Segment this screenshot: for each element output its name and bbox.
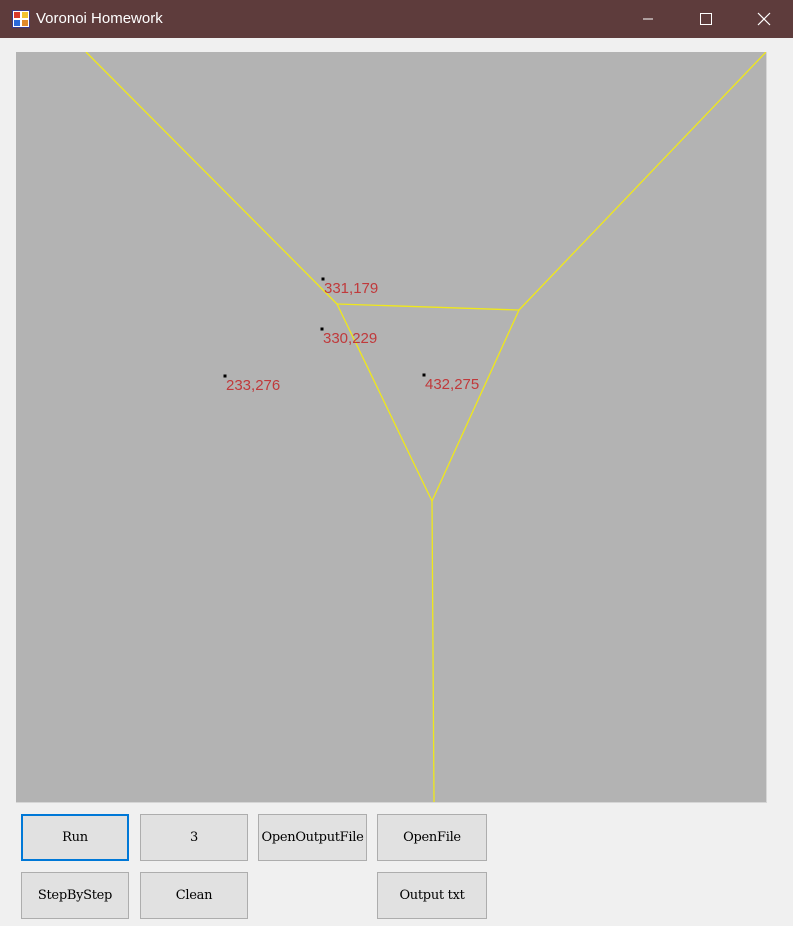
- output-txt-button[interactable]: Output txt: [377, 872, 487, 919]
- count-button[interactable]: 3: [140, 814, 248, 861]
- voronoi-edge: [431, 500, 435, 802]
- window-title: Voronoi Homework: [36, 10, 163, 27]
- site-label: 432,275: [425, 376, 479, 393]
- site-label: 330,229: [323, 330, 377, 347]
- run-button[interactable]: Run: [21, 814, 129, 861]
- voronoi-edge: [518, 52, 766, 311]
- site-label: 233,276: [226, 377, 280, 394]
- maximize-icon: [700, 13, 712, 25]
- voronoi-points: 331,179 330,229 233,276 432,275: [223, 277, 479, 394]
- step-by-step-button[interactable]: StepByStep: [21, 872, 129, 919]
- voronoi-canvas[interactable]: 331,179 330,229 233,276 432,275: [16, 52, 767, 803]
- minimize-button[interactable]: [619, 0, 677, 38]
- app-icon: [12, 10, 30, 28]
- clean-button[interactable]: Clean: [140, 872, 248, 919]
- site-label: 331,179: [324, 280, 378, 297]
- voronoi-edge: [85, 52, 338, 305]
- minimize-icon: [643, 18, 653, 20]
- voronoi-edge: [336, 303, 520, 311]
- open-file-button[interactable]: OpenFile: [377, 814, 487, 861]
- close-icon: [757, 12, 771, 26]
- title-bar[interactable]: Voronoi Homework: [0, 0, 793, 38]
- maximize-button[interactable]: [677, 0, 735, 38]
- close-button[interactable]: [735, 0, 793, 38]
- voronoi-edge: [431, 309, 520, 502]
- voronoi-edges: [85, 52, 766, 802]
- open-output-file-button[interactable]: OpenOutputFile: [258, 814, 367, 861]
- voronoi-diagram: 331,179 330,229 233,276 432,275: [85, 52, 766, 802]
